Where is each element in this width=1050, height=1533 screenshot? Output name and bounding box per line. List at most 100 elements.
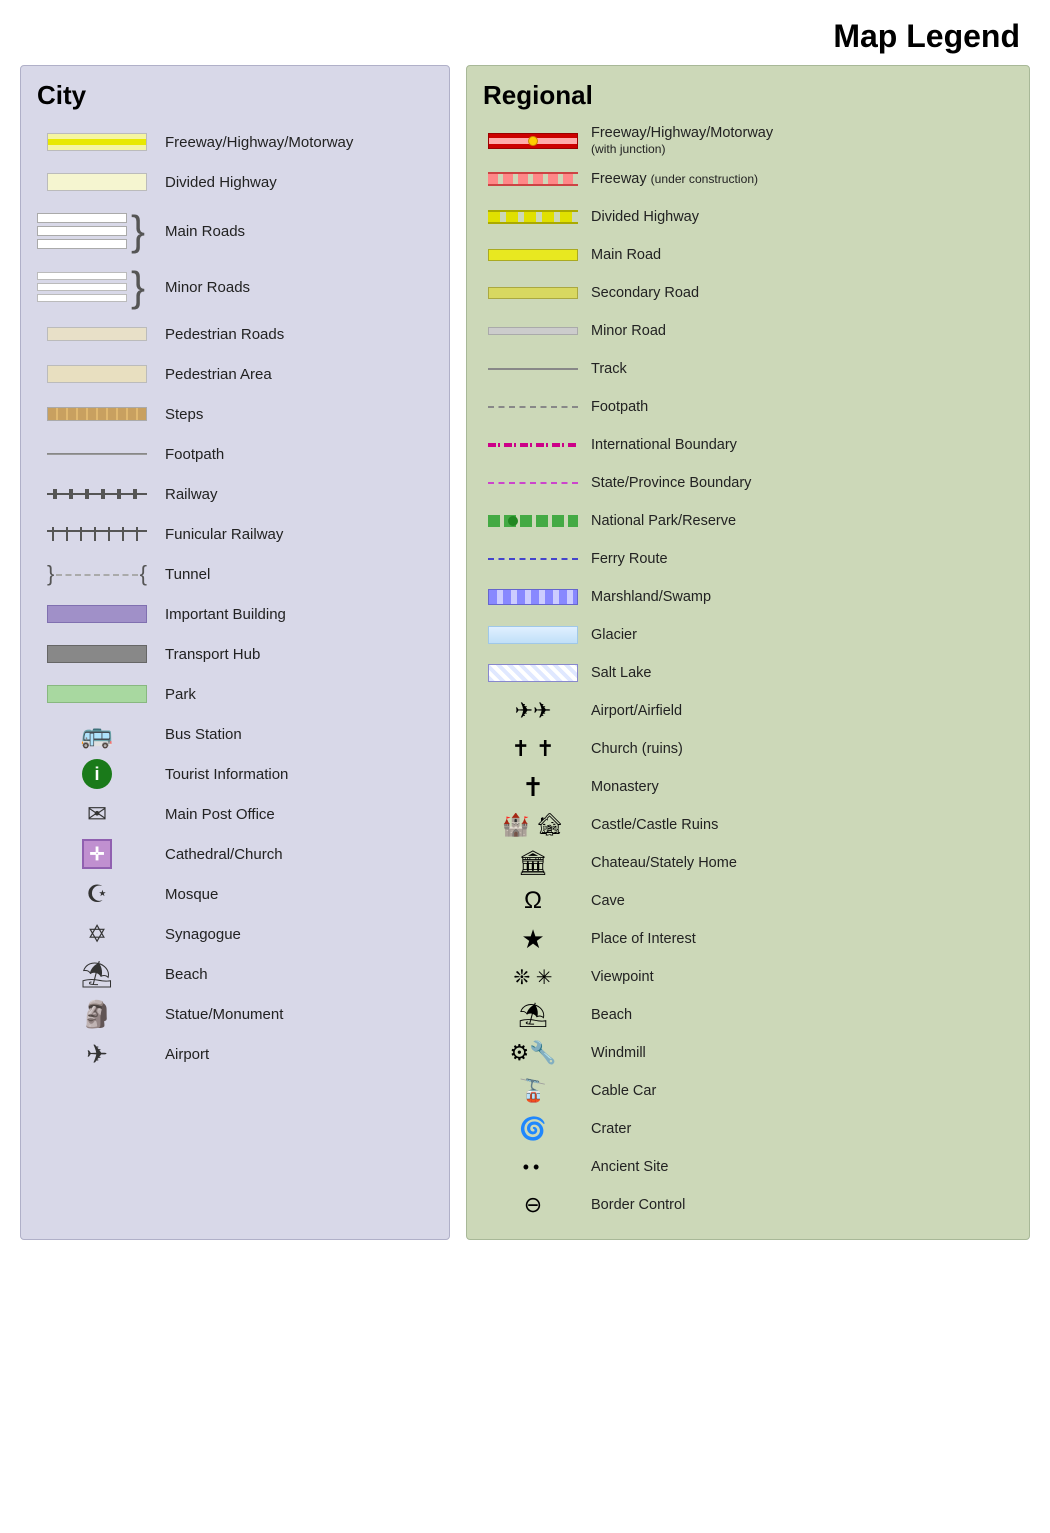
city-minor-roads-icon: } — [37, 266, 157, 308]
list-item: } { Tunnel — [37, 555, 433, 593]
list-item: ✉ Main Post Office — [37, 795, 433, 833]
city-transport-hub-icon — [37, 645, 157, 663]
city-synagogue-icon: ✡ — [37, 920, 157, 949]
city-statue-icon: 🗿 — [37, 999, 157, 1030]
list-item: Marshland/Swamp — [483, 579, 1013, 615]
reg-footpath-label: Footpath — [583, 399, 648, 415]
list-item: } Minor Roads — [37, 261, 433, 313]
list-item: ❊ ✳ Viewpoint — [483, 959, 1013, 995]
reg-divided-icon — [483, 210, 583, 224]
reg-church-icon: ✝ ✝ — [483, 736, 583, 762]
reg-border-control-label: Border Control — [583, 1197, 685, 1213]
reg-main-road-label: Main Road — [583, 247, 661, 263]
list-item: ✡ Synagogue — [37, 915, 433, 953]
city-mosque-label: Mosque — [157, 886, 218, 903]
city-synagogue-label: Synagogue — [157, 926, 241, 943]
list-item: Steps — [37, 395, 433, 433]
list-item: ⛱ Beach — [37, 955, 433, 993]
city-park-icon — [37, 685, 157, 703]
city-pedestrian-roads-icon — [37, 327, 157, 341]
reg-national-park-label: National Park/Reserve — [583, 513, 736, 529]
list-item: Salt Lake — [483, 655, 1013, 691]
city-cathedral-icon: ✛ — [37, 839, 157, 869]
list-item: ★ Place of Interest — [483, 921, 1013, 957]
reg-beach-label: Beach — [583, 1007, 632, 1023]
reg-castle-label: Castle/Castle Ruins — [583, 817, 718, 833]
list-item: Pedestrian Roads — [37, 315, 433, 353]
city-freeway-label: Freeway/Highway/Motorway — [157, 134, 353, 151]
city-transport-hub-label: Transport Hub — [157, 646, 260, 663]
reg-national-park-icon — [483, 515, 583, 527]
list-item: ✝ Monastery — [483, 769, 1013, 805]
list-item: ☪ Mosque — [37, 875, 433, 913]
list-item: ✈ Airport — [37, 1035, 433, 1073]
city-post-office-label: Main Post Office — [157, 806, 275, 823]
city-important-building-icon — [37, 605, 157, 623]
city-footpath-icon — [37, 453, 157, 455]
reg-monastery-icon: ✝ — [483, 772, 583, 803]
reg-chateau-label: Chateau/Stately Home — [583, 855, 737, 871]
city-heading: City — [37, 80, 433, 111]
reg-secondary-road-label: Secondary Road — [583, 285, 699, 301]
list-item: Footpath — [483, 389, 1013, 425]
city-park-label: Park — [157, 686, 196, 703]
list-item: Freeway/Highway/Motorway — [37, 123, 433, 161]
list-item: ⊖ Border Control — [483, 1187, 1013, 1223]
reg-cable-car-icon: 🚡 — [483, 1078, 583, 1104]
city-post-office-icon: ✉ — [37, 800, 157, 829]
reg-church-label: Church (ruins) — [583, 741, 683, 757]
reg-ferry-label: Ferry Route — [583, 551, 668, 567]
list-item: ✛ Cathedral/Church — [37, 835, 433, 873]
list-item: National Park/Reserve — [483, 503, 1013, 539]
city-tunnel-icon: } { — [37, 562, 157, 586]
list-item: Footpath — [37, 435, 433, 473]
reg-state-boundary-label: State/Province Boundary — [583, 475, 751, 491]
list-item: Glacier — [483, 617, 1013, 653]
list-item: Divided Highway — [37, 163, 433, 201]
list-item: Main Road — [483, 237, 1013, 273]
city-funicular-icon — [37, 527, 157, 541]
reg-cave-label: Cave — [583, 893, 625, 909]
city-freeway-icon — [37, 133, 157, 151]
reg-footpath-icon — [483, 406, 583, 408]
city-tunnel-label: Tunnel — [157, 566, 210, 583]
list-item: 🗿 Statue/Monument — [37, 995, 433, 1033]
city-minor-roads-label: Minor Roads — [157, 279, 250, 296]
reg-track-label: Track — [583, 361, 627, 377]
reg-airport-icon: ✈✈ — [483, 698, 583, 724]
reg-divided-label: Divided Highway — [583, 209, 699, 225]
city-pedestrian-area-icon — [37, 365, 157, 383]
reg-beach-icon: ⛱ — [483, 1001, 583, 1030]
city-railway-label: Railway — [157, 486, 218, 503]
reg-freeway-icon — [483, 133, 583, 149]
list-item: ✝ ✝ Church (ruins) — [483, 731, 1013, 767]
city-section: City Freeway/Highway/Motorway Divided Hi… — [20, 65, 450, 1240]
reg-viewpoint-label: Viewpoint — [583, 969, 654, 985]
list-item: Track — [483, 351, 1013, 387]
city-footpath-label: Footpath — [157, 446, 224, 463]
city-statue-label: Statue/Monument — [157, 1006, 283, 1023]
reg-airport-label: Airport/Airfield — [583, 703, 682, 719]
city-railway-icon — [37, 489, 157, 499]
list-item: Ω Cave — [483, 883, 1013, 919]
city-tourist-info-icon: i — [37, 759, 157, 789]
city-main-roads-icon: } — [37, 210, 157, 252]
regional-heading: Regional — [483, 80, 1013, 111]
reg-salt-lake-icon — [483, 664, 583, 682]
reg-int-boundary-label: International Boundary — [583, 437, 737, 453]
reg-cave-icon: Ω — [483, 887, 583, 915]
reg-border-control-icon: ⊖ — [483, 1192, 583, 1218]
list-item: Park — [37, 675, 433, 713]
list-item: Transport Hub — [37, 635, 433, 673]
city-steps-label: Steps — [157, 406, 203, 423]
reg-freeway-uc-label: Freeway (under construction) — [583, 171, 758, 187]
list-item: 🏛 Chateau/Stately Home — [483, 845, 1013, 881]
reg-int-boundary-icon — [483, 442, 583, 448]
city-airport-icon: ✈ — [37, 1039, 157, 1070]
city-beach-icon: ⛱ — [37, 959, 157, 990]
city-beach-label: Beach — [157, 966, 208, 983]
reg-cable-car-label: Cable Car — [583, 1083, 656, 1099]
list-item: Secondary Road — [483, 275, 1013, 311]
city-tourist-info-label: Tourist Information — [157, 766, 288, 783]
city-bus-station-label: Bus Station — [157, 726, 242, 743]
